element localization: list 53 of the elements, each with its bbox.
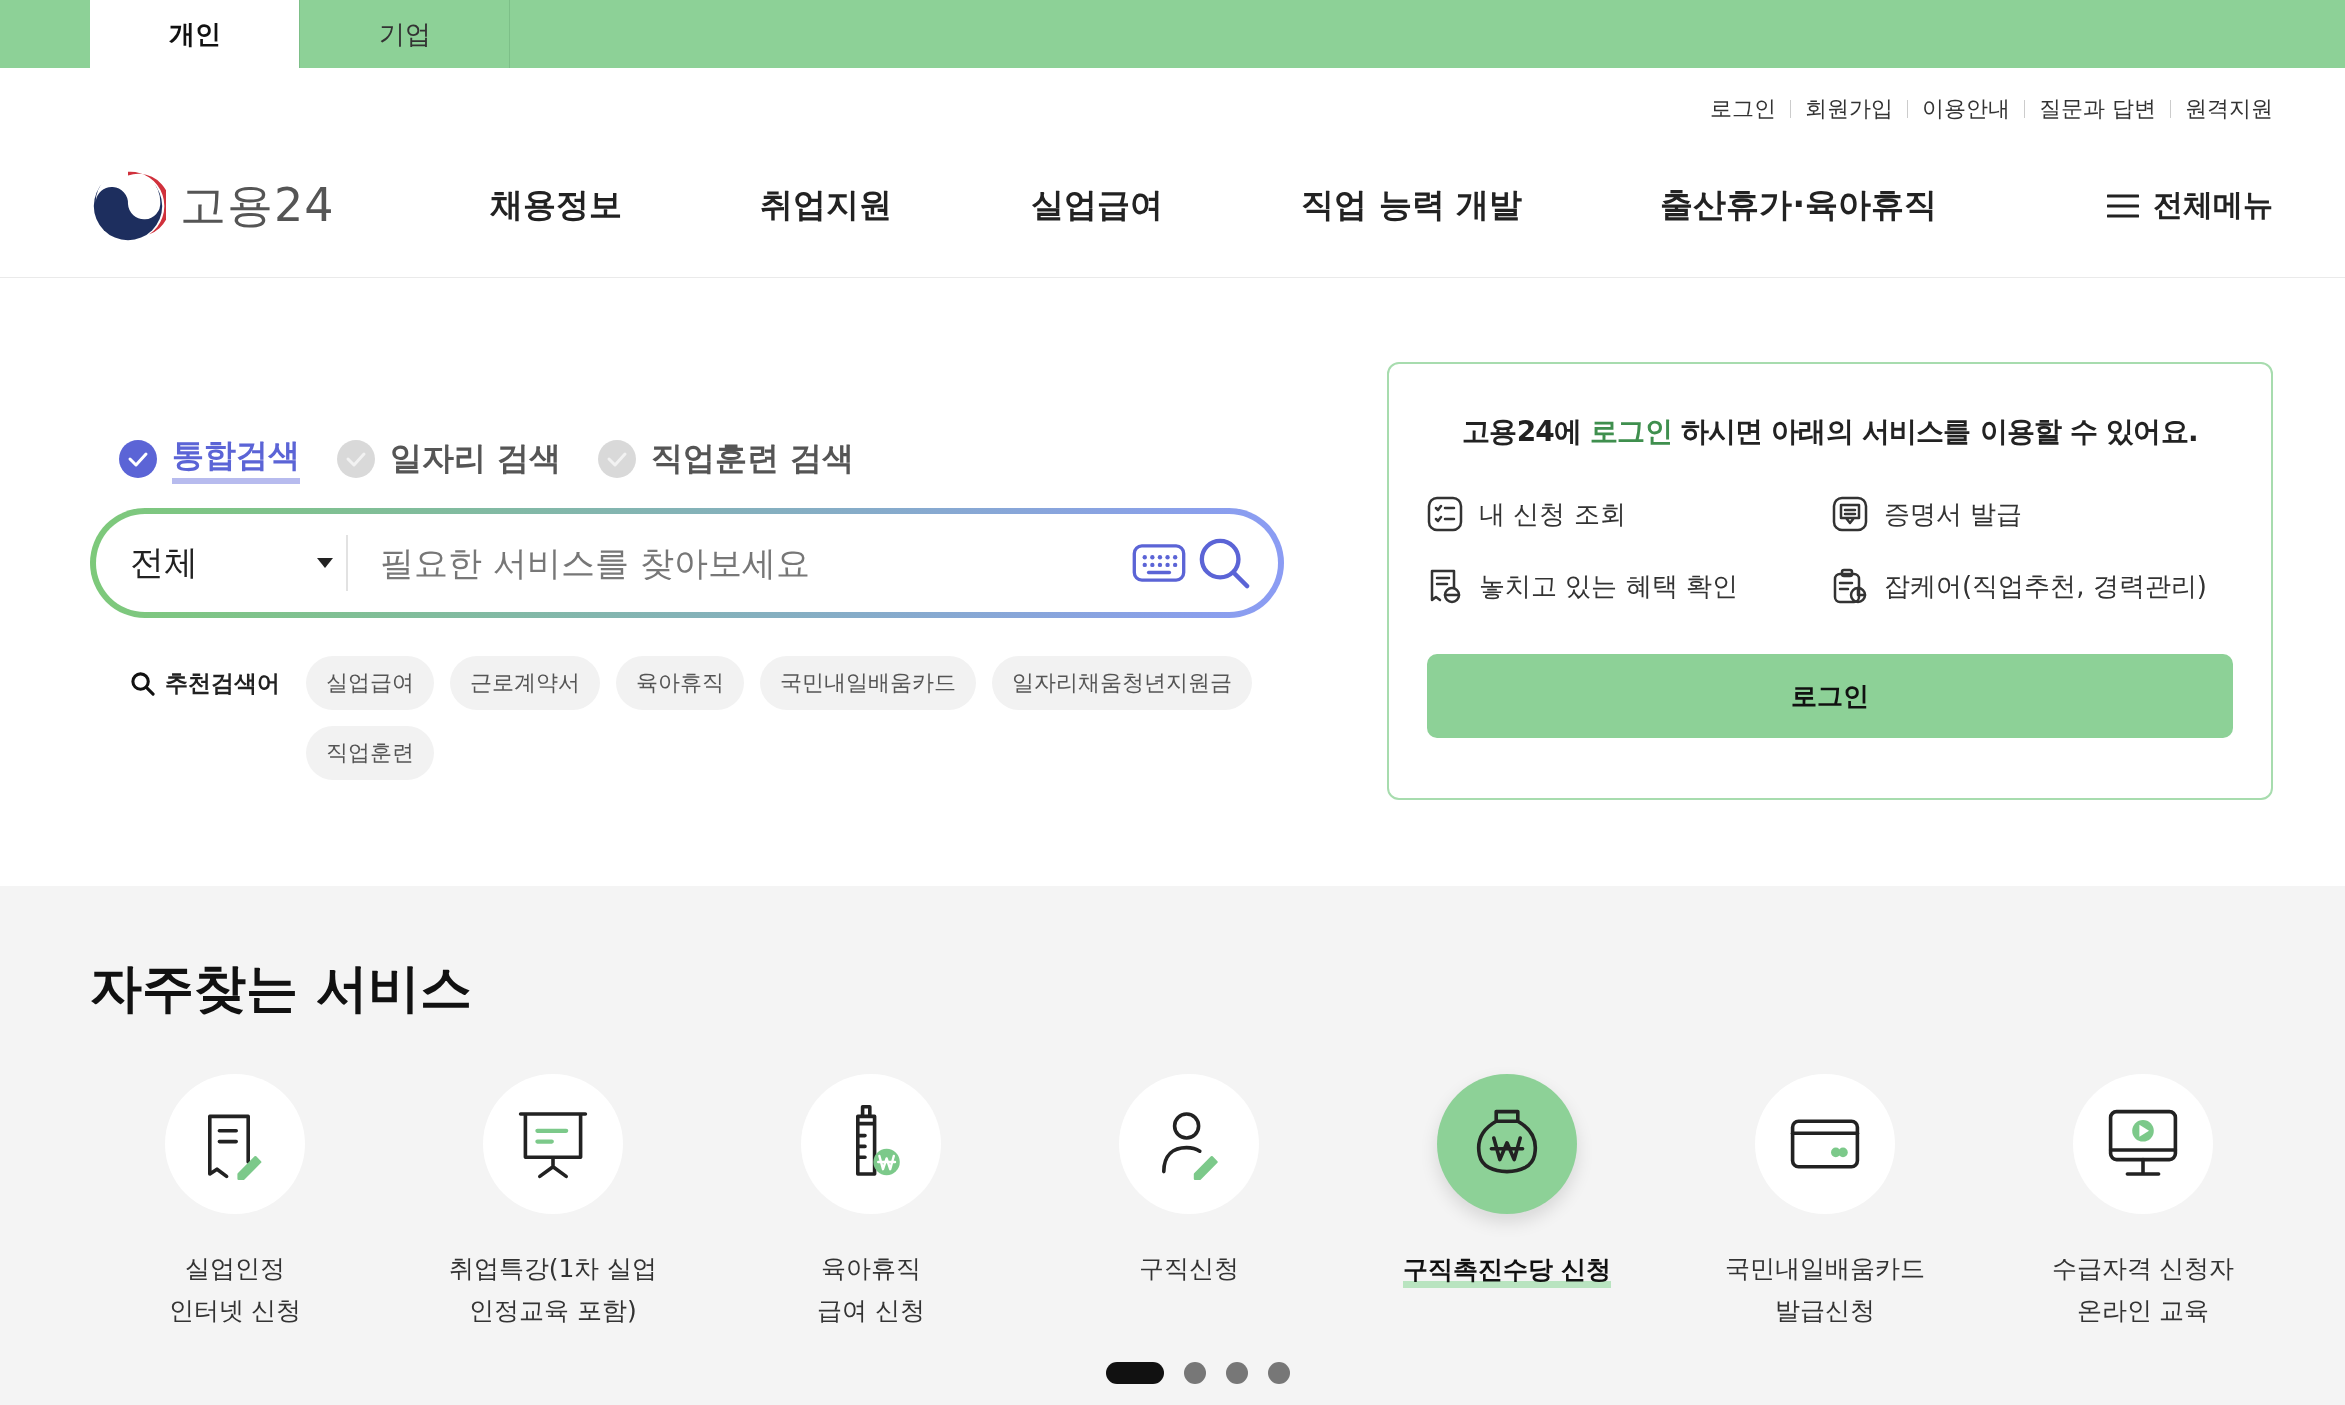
check-circle-icon <box>597 439 638 479</box>
checklist-icon <box>1427 496 1463 532</box>
search-input[interactable]: 필요한 서비스를 찾아보세요 <box>378 542 1126 584</box>
service-link[interactable]: 잡케어(직업추천, 경력관리) <box>1832 568 2233 604</box>
service-link[interactable]: 놓치고 있는 혜택 확인 <box>1427 568 1832 604</box>
utility-link[interactable]: 원격지원 <box>2185 94 2273 124</box>
service-shortcut[interactable]: 육아휴직 급여 신청 <box>712 1074 1030 1332</box>
nav-item[interactable]: 취업지원 <box>760 183 893 228</box>
keyword-tag[interactable]: 국민내일배움카드 <box>760 656 976 710</box>
service-shortcut[interactable]: 취업특강(1차 실업 인정교육 포함) <box>394 1074 712 1332</box>
service-link[interactable]: 내 신청 조회 <box>1427 496 1832 532</box>
category-dropdown[interactable]: 전체 <box>130 540 346 586</box>
logo-text[interactable]: 고용24 <box>180 174 335 237</box>
clipboard-icon <box>1832 568 1868 604</box>
service-shortcut[interactable]: 실업인정 인터넷 신청 <box>76 1074 394 1332</box>
service-shortcut[interactable]: 구직신청 <box>1030 1074 1348 1332</box>
search-icon <box>1198 537 1250 589</box>
recommended-label: 추천검색어 <box>165 668 280 698</box>
utility-link[interactable]: 이용안내 <box>1922 94 2010 124</box>
keyword-tag[interactable]: 일자리채움청년지원금 <box>992 656 1252 710</box>
all-menu-button[interactable]: 전체메뉴 <box>2107 185 2273 226</box>
nav-item[interactable]: 출산휴가·육아휴직 <box>1660 183 1937 228</box>
account-tab[interactable]: 개인 <box>90 0 300 68</box>
nav-item[interactable]: 실업급여 <box>1030 183 1163 228</box>
keyboard-icon <box>1132 544 1186 582</box>
service-link[interactable]: 증명서 발급 <box>1832 496 2233 532</box>
utility-link[interactable]: 질문과 답변 <box>2039 94 2156 124</box>
keyword-tag[interactable]: 직업훈련 <box>306 726 434 780</box>
section-title: 자주찾는 서비스 <box>90 957 474 1020</box>
check-circle-icon <box>118 439 158 479</box>
service-shortcut[interactable]: 구직촉진수당 신청 <box>1348 1074 1666 1332</box>
nav-item[interactable]: 채용정보 <box>490 183 622 228</box>
pager-dot[interactable] <box>1225 1362 1248 1384</box>
service-shortcut[interactable]: 수급자격 신청자 온라인 교육 <box>1984 1074 2302 1332</box>
search-type-option[interactable]: 직업훈련 검색 <box>597 434 855 484</box>
menu-icon <box>2107 193 2139 218</box>
search-type-option[interactable]: 일자리 검색 <box>336 434 562 484</box>
keyword-tag[interactable]: 근로계약서 <box>450 656 600 710</box>
dropdown-caret-icon <box>316 557 334 569</box>
pager-dot[interactable] <box>1267 1362 1290 1384</box>
keyword-tag[interactable]: 실업급여 <box>306 656 434 710</box>
utility-link[interactable]: 로그인 <box>1710 94 1776 124</box>
certificate-icon <box>1832 496 1868 532</box>
search-icon <box>130 670 155 696</box>
keyword-tag[interactable]: 육아휴직 <box>616 656 744 710</box>
utility-link[interactable]: 회원가입 <box>1805 94 1893 124</box>
login-button[interactable]: 로그인 <box>1427 654 2233 738</box>
nav-item[interactable]: 직업 능력 개발 <box>1301 183 1523 228</box>
service-shortcut[interactable]: 국민내일배움카드 발급신청 <box>1666 1074 1984 1332</box>
pager-dot[interactable] <box>1183 1362 1206 1384</box>
search-type-option[interactable]: 통합검색 <box>118 434 300 484</box>
check-circle-icon <box>336 439 376 479</box>
login-prompt-text: 고용24에 로그인 하시면 아래의 서비스를 이용할 수 있어요. <box>1461 414 2199 450</box>
